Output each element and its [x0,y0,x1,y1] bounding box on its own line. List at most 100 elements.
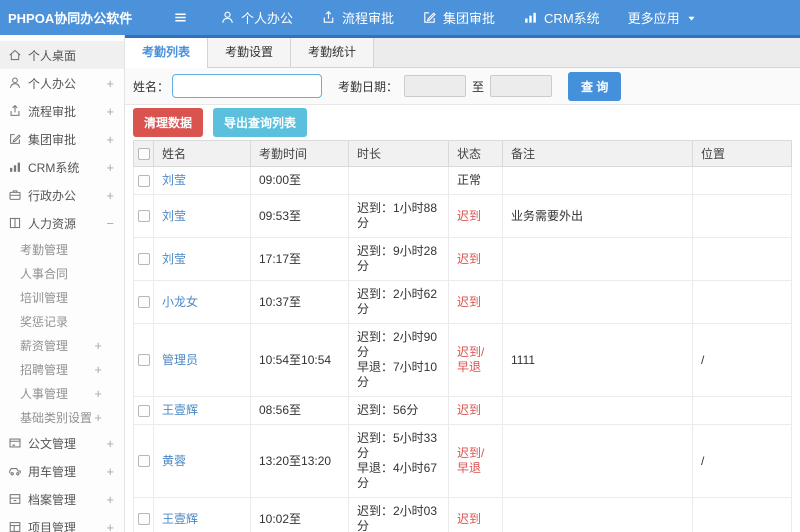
name-filter-input[interactable] [172,74,323,98]
tab-attendance-list[interactable]: 考勤列表 [125,38,209,68]
sidebar-item-18[interactable]: 档案管理 + [0,485,124,513]
expand-plus-icon: + [94,361,102,377]
cell-name: 刘莹 [153,237,251,281]
sidebar-item-13[interactable]: 招聘管理 + [0,357,124,381]
sidebar-item-16[interactable]: 公文管理 + [0,429,124,457]
table-row: 刘莹 17:17至 迟到：9小时28分 迟到 [133,237,792,281]
sidebar-item-label: 薪资管理 [20,338,69,353]
sidebar-item-label: 考勤管理 [20,242,69,257]
export-list-button[interactable]: 导出查询列表 [213,108,308,137]
employee-name-link[interactable]: 管理员 [162,353,198,367]
app-logo[interactable]: PHPOA协同办公软件 [0,8,132,27]
filter-bar: 姓名： 考勤日期： 至 查 询 [125,68,800,105]
cell-checkbox [133,237,154,281]
top-nav-item-crm-system[interactable]: CRM系统 [523,8,600,27]
sidebar-item-2[interactable]: 个人办公 + [0,69,124,97]
select-all-checkbox[interactable] [137,148,150,161]
date-from-input[interactable] [404,75,467,97]
sidebar-item-12[interactable]: 薪资管理 + [0,333,124,357]
approve-icon [422,10,437,25]
cell-note [502,237,693,281]
list-icon [8,520,22,532]
cell-location [692,194,792,238]
cell-duration: 迟到：5小时33分 早退：4小时67分 [348,424,449,498]
user-icon [8,76,22,90]
employee-name-link[interactable]: 王壹辉 [162,512,198,526]
cell-name: 刘莹 [153,194,251,238]
archive-icon [8,492,22,506]
cell-name: 王壹辉 [153,396,251,425]
sidebar-item-17[interactable]: 用车管理 + [0,457,124,485]
sidebar-item-9[interactable]: 人事合同 [0,261,124,285]
clean-data-button[interactable]: 清理数据 [133,108,204,137]
approve-icon [8,132,22,146]
duration-line: 迟到：2小时03分 [357,504,438,532]
header-cell-duration: 时长 [348,140,449,167]
table-row: 王壹辉 08:56至 迟到：56分 迟到 [133,396,792,425]
sidebar-item-label: 集团审批 [28,132,77,147]
duration-line: 迟到：56分 [357,403,419,417]
cell-location [692,497,792,532]
sidebar-item-15[interactable]: 基础类别设置 + [0,405,124,429]
cell-duration: 迟到：2小时90分 早退：7小时10分 [348,323,449,397]
employee-name-link[interactable]: 刘莹 [162,252,186,266]
employee-name-link[interactable]: 刘莹 [162,173,186,187]
top-nav-item-more-apps[interactable]: 更多应用 [628,8,697,27]
sidebar-item-6[interactable]: 行政办公 + [0,181,124,209]
sidebar-item-4[interactable]: 集团审批 + [0,125,124,153]
employee-name-link[interactable]: 黄蓉 [162,454,186,468]
sidebar-item-10[interactable]: 培训管理 [0,285,124,309]
menu-icon[interactable] [173,10,188,25]
row-checkbox[interactable] [137,455,150,468]
sidebar-item-8[interactable]: 考勤管理 [0,237,124,261]
name-filter-label: 姓名： [133,79,170,94]
cell-duration [348,166,449,195]
cell-note [502,396,693,425]
row-checkbox[interactable] [137,174,150,187]
cell-attendance-time: 09:53至 [250,194,349,238]
header-cell-status: 状态 [448,140,503,167]
cell-duration: 迟到：2小时03分 [348,497,449,532]
row-checkbox[interactable] [137,513,150,526]
sidebar-item-7[interactable]: 人力资源 − [0,209,124,237]
chart-icon [523,10,538,25]
expand-plus-icon: + [106,103,114,119]
caret-down-icon [686,12,697,23]
sidebar-item-5[interactable]: CRM系统 + [0,153,124,181]
sidebar-item-1[interactable]: 个人桌面 [0,41,124,69]
top-nav-item-personal-office[interactable]: 个人办公 [220,8,293,27]
search-button[interactable]: 查 询 [568,71,622,101]
sidebar-item-label: 行政办公 [28,188,77,203]
row-checkbox[interactable] [137,296,150,309]
row-checkbox[interactable] [137,354,150,367]
expand-plus-icon: + [106,463,114,479]
sidebar-item-3[interactable]: 流程审批 + [0,97,124,125]
tab-attendance-settings[interactable]: 考勤设置 [208,38,292,67]
employee-name-link[interactable]: 小龙女 [162,295,198,309]
expand-plus-icon: + [94,385,102,401]
top-nav-item-workflow-approval[interactable]: 流程审批 [321,8,394,27]
tab-attendance-stats[interactable]: 考勤统计 [291,38,375,67]
cell-location: / [692,323,792,397]
table-row: 管理员 10:54至10:54 迟到：2小时90分 早退：7小时10分 迟到/早退 111… [133,323,792,397]
cell-status: 迟到 [448,497,503,532]
employee-name-link[interactable]: 王壹辉 [162,403,198,417]
attendance-table: 姓名 考勤时间 时长 状态 备注 位置 刘莹 09:00至 正常 刘莹 09:53至 迟到：1小时8… [133,140,792,532]
sidebar-item-14[interactable]: 人事管理 + [0,381,124,405]
date-to-input[interactable] [490,75,553,97]
row-checkbox[interactable] [137,404,150,417]
row-checkbox[interactable] [137,210,150,223]
table-header-row: 姓名 考勤时间 时长 状态 备注 位置 [133,140,792,167]
sidebar-item-11[interactable]: 奖惩记录 [0,309,124,333]
top-nav-item-group-approval[interactable]: 集团审批 [422,8,495,27]
collapse-minus-icon: − [106,215,114,231]
expand-plus-icon: + [106,75,114,91]
row-checkbox[interactable] [137,253,150,266]
employee-name-link[interactable]: 刘莹 [162,209,186,223]
cell-name: 刘莹 [153,166,251,195]
tab-bar: 考勤列表 考勤设置 考勤统计 [125,38,800,68]
duration-line: 迟到：9小时28分 [357,244,438,273]
sidebar-item-19[interactable]: 项目管理 + [0,513,124,532]
table-body: 刘莹 09:00至 正常 刘莹 09:53至 迟到：1小时88分 迟到 业务需要外出 刘莹 17:… [133,166,792,532]
cell-status: 迟到/早退 [448,323,503,397]
